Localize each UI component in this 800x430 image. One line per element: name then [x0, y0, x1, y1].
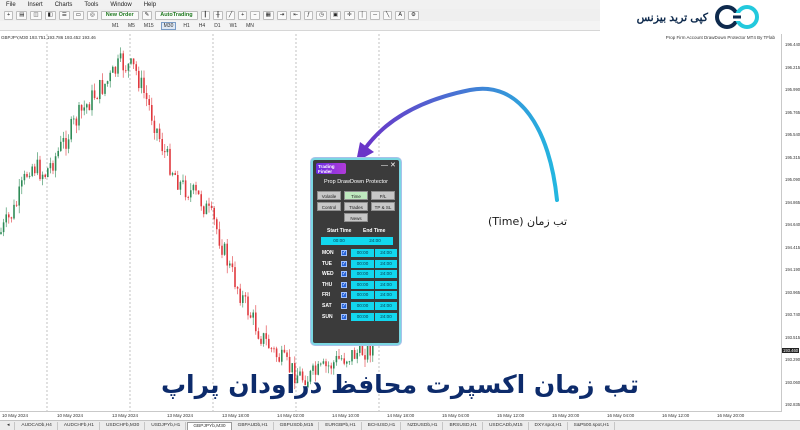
day-start-time-input[interactable]: 00:00 — [351, 312, 374, 321]
day-enabled-checkbox[interactable]: ✓ — [341, 303, 347, 309]
ea-tab-control[interactable]: Control — [317, 202, 341, 211]
ea-day-row: SUN ✓ 00:00 24:00 — [319, 312, 397, 321]
ea-day-row: THU ✓ 00:00 24:00 — [319, 280, 397, 289]
ea-tab-time[interactable]: Time — [344, 191, 368, 200]
ea-tab-p-l[interactable]: P/L — [371, 191, 395, 200]
day-start-time-input[interactable]: 00:00 — [351, 259, 374, 268]
ea-settings-panel: Trading Finder — ✕ Prop DrawDown Protect… — [311, 158, 401, 345]
ea-day-row: SAT ✓ 00:00 24:00 — [319, 302, 397, 310]
ea-tab-trades[interactable]: Trades — [344, 202, 368, 211]
global-start-time-input[interactable]: 00:00 — [321, 237, 357, 245]
ea-day-row: FRI ✓ 00:00 24:00 — [319, 291, 397, 300]
ea-day-row: MON ✓ 00:00 24:00 — [319, 249, 397, 257]
global-end-time-input[interactable]: 24:00 — [357, 237, 393, 245]
day-start-time-input[interactable]: 00:00 — [351, 302, 374, 310]
day-label: FRI — [322, 292, 331, 299]
ea-tab-news[interactable]: News — [344, 213, 368, 222]
page-headline: تب زمان اکسپرت محافظ دراودان پراپ — [160, 370, 640, 399]
day-label: SUN — [322, 313, 333, 320]
day-label: WED — [322, 271, 334, 278]
ea-day-row: WED ✓ 00:00 24:00 — [319, 270, 397, 279]
day-enabled-checkbox[interactable]: ✓ — [341, 313, 347, 320]
day-end-time-input[interactable]: 24:00 — [375, 302, 397, 310]
ea-panel-header: Trading Finder — ✕ — [313, 160, 399, 177]
day-enabled-checkbox[interactable]: ✓ — [341, 250, 347, 256]
day-end-time-input[interactable]: 24:00 — [375, 280, 397, 289]
day-end-time-input[interactable]: 24:00 — [375, 249, 397, 257]
day-label: SAT — [322, 303, 332, 309]
close-button[interactable]: ✕ — [390, 162, 396, 170]
minimize-button[interactable]: — — [381, 162, 388, 170]
start-time-header: Start Time — [327, 228, 352, 234]
day-start-time-input[interactable]: 00:00 — [351, 291, 374, 300]
day-label: TUE — [322, 260, 332, 267]
end-time-header: End Time — [363, 228, 386, 234]
trading-finder-logo: Trading Finder — [316, 163, 346, 174]
ea-tab-tp-sl[interactable]: TP & SL — [371, 202, 395, 211]
day-end-time-input[interactable]: 24:00 — [375, 291, 397, 300]
day-enabled-checkbox[interactable]: ✓ — [341, 271, 347, 278]
day-end-time-input[interactable]: 24:00 — [375, 270, 397, 279]
day-end-time-input[interactable]: 24:00 — [375, 259, 397, 268]
day-start-time-input[interactable]: 00:00 — [351, 280, 374, 289]
day-label: MON — [322, 250, 334, 256]
day-end-time-input[interactable]: 24:00 — [375, 312, 397, 321]
ea-panel-title: Prop DrawDown Protector — [324, 179, 388, 185]
time-tab-callout: تب زمان (Time) — [488, 215, 567, 228]
ea-day-row: TUE ✓ 00:00 24:00 — [319, 259, 397, 268]
day-start-time-input[interactable]: 00:00 — [351, 249, 374, 257]
day-enabled-checkbox[interactable]: ✓ — [341, 260, 347, 267]
callout-persian-text: تب زمان — [527, 215, 568, 228]
ea-tab-grid: Volatile Time P/L Control Trades TP & SL News — [317, 191, 397, 222]
day-enabled-checkbox[interactable]: ✓ — [341, 292, 347, 299]
callout-english-text: (Time) — [488, 215, 524, 228]
ea-tab-volatile[interactable]: Volatile — [317, 191, 341, 200]
day-enabled-checkbox[interactable]: ✓ — [341, 281, 347, 288]
day-start-time-input[interactable]: 00:00 — [351, 270, 374, 279]
day-label: THU — [322, 281, 333, 288]
